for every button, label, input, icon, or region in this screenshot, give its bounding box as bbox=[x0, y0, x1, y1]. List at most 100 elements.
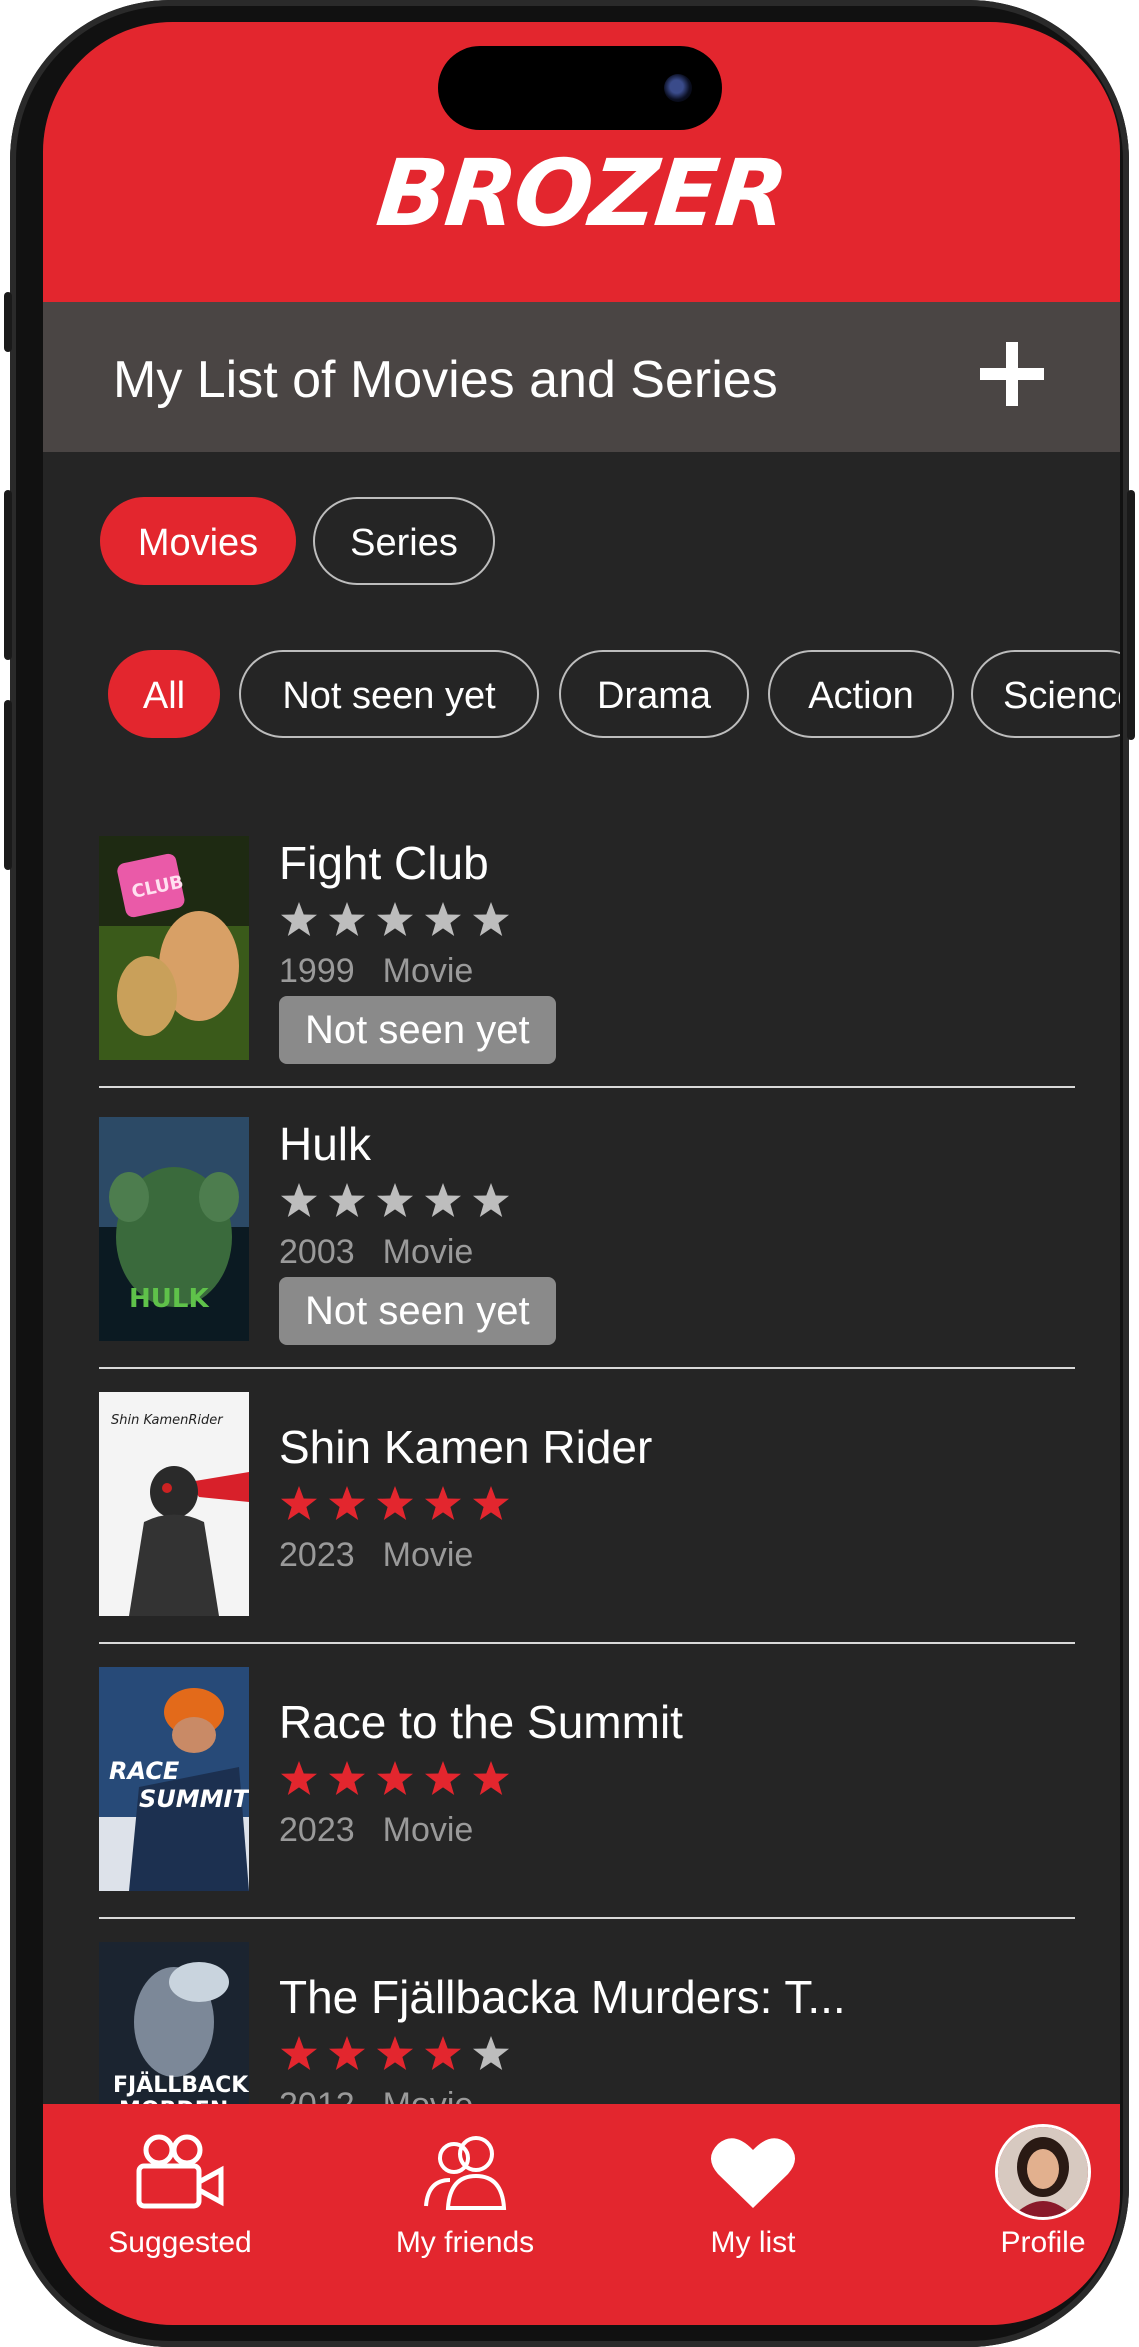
star-icon[interactable] bbox=[375, 1759, 415, 1799]
movie-year: 1999 bbox=[279, 952, 355, 990]
status-badge: Not seen yet bbox=[279, 996, 556, 1064]
star-icon[interactable] bbox=[375, 900, 415, 940]
star-icon[interactable] bbox=[423, 1484, 463, 1524]
heart-icon bbox=[708, 2132, 798, 2217]
svg-text:FJÄLLBACKA: FJÄLLBACKA bbox=[113, 2072, 249, 2098]
star-icon[interactable] bbox=[279, 1759, 319, 1799]
dynamic-island bbox=[438, 46, 722, 130]
star-icon[interactable] bbox=[279, 1181, 319, 1221]
movie-meta: 2023 Movie bbox=[279, 1536, 473, 1575]
movie-poster: CLUB bbox=[99, 836, 249, 1060]
filter-chip[interactable]: Action bbox=[768, 650, 954, 738]
nav-label: Profile bbox=[1000, 2226, 1086, 2259]
status-badge: Not seen yet bbox=[279, 1277, 556, 1345]
star-icon[interactable] bbox=[423, 2034, 463, 2074]
movie-title: Race to the Summit bbox=[279, 1696, 683, 1748]
movie-list[interactable]: CLUB Fight Club 1999 Movie Not seen yet HULK H… bbox=[43, 812, 1120, 2122]
volume-up-button bbox=[4, 490, 12, 660]
star-icon[interactable] bbox=[471, 900, 511, 940]
rating-stars[interactable] bbox=[279, 900, 511, 940]
star-icon[interactable] bbox=[327, 1484, 367, 1524]
star-icon[interactable] bbox=[471, 1484, 511, 1524]
movie-type: Movie bbox=[382, 952, 474, 990]
star-icon[interactable] bbox=[279, 1484, 319, 1524]
movie-poster: RACE SUMMIT bbox=[99, 1667, 249, 1891]
movie-meta: 2023 Movie bbox=[279, 1811, 473, 1850]
screen: BROZER My List of Movies and Series Movi… bbox=[43, 22, 1120, 2325]
star-icon[interactable] bbox=[327, 900, 367, 940]
phone-frame: BROZER My List of Movies and Series Movi… bbox=[4, 0, 1135, 2347]
list-divider bbox=[99, 1642, 1075, 1644]
movie-year: 2023 bbox=[279, 1811, 355, 1849]
star-icon[interactable] bbox=[279, 900, 319, 940]
movie-type: Movie bbox=[382, 1536, 474, 1574]
plus-icon[interactable] bbox=[980, 342, 1044, 406]
filter-chip[interactable]: Drama bbox=[559, 650, 749, 738]
avatar bbox=[995, 2124, 1091, 2220]
bottom-nav: Suggested My friends My list Profile bbox=[43, 2104, 1120, 2325]
list-divider bbox=[99, 1086, 1075, 1088]
camera-icon bbox=[664, 74, 692, 102]
movie-meta: 2003 Movie bbox=[279, 1233, 473, 1272]
movie-title: Shin Kamen Rider bbox=[279, 1421, 653, 1473]
friends-icon bbox=[420, 2132, 510, 2217]
tab-series[interactable]: Series bbox=[313, 497, 495, 585]
movie-type: Movie bbox=[382, 1233, 474, 1271]
star-icon[interactable] bbox=[327, 1759, 367, 1799]
mute-switch bbox=[4, 292, 12, 352]
nav-my-list[interactable]: My list bbox=[643, 2104, 863, 2264]
svg-text:RACE: RACE bbox=[109, 1757, 180, 1785]
svg-text:SUMMIT: SUMMIT bbox=[139, 1785, 249, 1813]
star-icon[interactable] bbox=[279, 2034, 319, 2074]
star-icon[interactable] bbox=[375, 2034, 415, 2074]
movie-year: 2003 bbox=[279, 1233, 355, 1271]
star-icon[interactable] bbox=[327, 2034, 367, 2074]
movie-poster: FJÄLLBACKAMORDEN bbox=[99, 1942, 249, 2122]
app-header: BROZER bbox=[43, 22, 1120, 302]
star-icon[interactable] bbox=[423, 1181, 463, 1221]
star-icon[interactable] bbox=[471, 1181, 511, 1221]
star-icon[interactable] bbox=[471, 2034, 511, 2074]
list-divider bbox=[99, 1917, 1075, 1919]
movie-type: Movie bbox=[382, 1811, 474, 1849]
list-item[interactable]: Shin KamenRider Shin Kamen Rider 2023 Movie bbox=[99, 1392, 1075, 1652]
video-camera-icon bbox=[135, 2132, 225, 2217]
list-item[interactable]: FJÄLLBACKAMORDEN The Fjällbacka Murders: … bbox=[99, 1942, 1075, 2122]
movie-title: The Fjällbacka Murders: T... bbox=[279, 1971, 846, 2023]
svg-text:Shin KamenRider: Shin KamenRider bbox=[111, 1413, 224, 1428]
rating-stars[interactable] bbox=[279, 1484, 511, 1524]
rating-stars[interactable] bbox=[279, 1759, 511, 1799]
nav-profile[interactable]: Profile bbox=[933, 2104, 1120, 2264]
nav-label: My list bbox=[710, 2226, 796, 2259]
star-icon[interactable] bbox=[327, 1181, 367, 1221]
nav-suggested[interactable]: Suggested bbox=[70, 2104, 290, 2264]
svg-text:HULK: HULK bbox=[129, 1284, 209, 1314]
star-icon[interactable] bbox=[375, 1484, 415, 1524]
movie-poster: Shin KamenRider bbox=[99, 1392, 249, 1616]
rating-stars[interactable] bbox=[279, 2034, 511, 2074]
movie-title: Fight Club bbox=[279, 837, 489, 889]
movie-year: 2023 bbox=[279, 1536, 355, 1574]
movie-title: Hulk bbox=[279, 1118, 372, 1170]
power-button bbox=[1127, 490, 1135, 740]
list-divider bbox=[99, 1367, 1075, 1369]
star-icon[interactable] bbox=[423, 900, 463, 940]
filter-chip[interactable]: All bbox=[108, 650, 220, 738]
star-icon[interactable] bbox=[423, 1759, 463, 1799]
star-icon[interactable] bbox=[375, 1181, 415, 1221]
list-item[interactable]: HULK Hulk 2003 Movie Not seen yet bbox=[99, 1117, 1075, 1377]
filter-chip[interactable]: Not seen yet bbox=[239, 650, 539, 738]
nav-label: My friends bbox=[395, 2226, 535, 2259]
filter-chip[interactable]: Science bbox=[971, 650, 1120, 738]
list-item[interactable]: CLUB Fight Club 1999 Movie Not seen yet bbox=[99, 836, 1075, 1096]
list-item[interactable]: RACE SUMMIT Race to the Summit 2023 Movie bbox=[99, 1667, 1075, 1927]
star-icon[interactable] bbox=[471, 1759, 511, 1799]
movie-poster: HULK bbox=[99, 1117, 249, 1341]
app-logo: BROZER bbox=[372, 140, 791, 247]
title-bar: My List of Movies and Series bbox=[43, 302, 1120, 452]
movie-meta: 1999 Movie bbox=[279, 952, 473, 991]
rating-stars[interactable] bbox=[279, 1181, 511, 1221]
volume-down-button bbox=[4, 700, 12, 870]
tab-movies[interactable]: Movies bbox=[100, 497, 296, 585]
nav-my-friends[interactable]: My friends bbox=[355, 2104, 575, 2264]
